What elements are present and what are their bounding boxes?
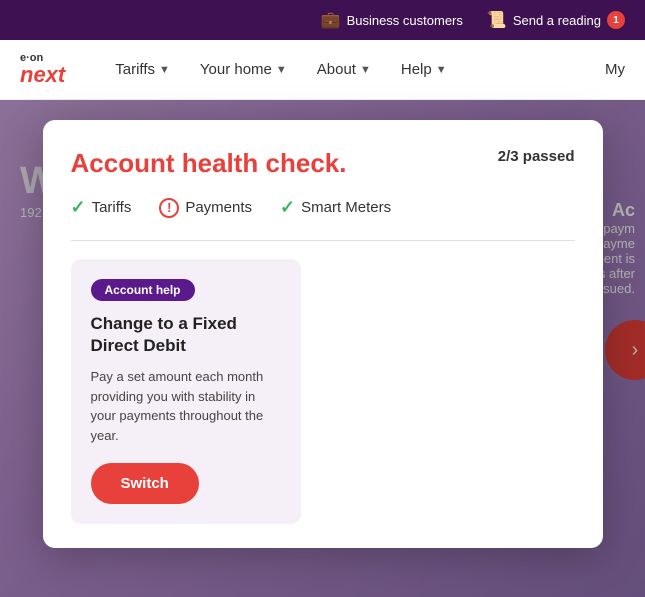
your-home-label: Your home — [200, 61, 272, 78]
tariffs-chevron-icon: ▼ — [159, 64, 170, 76]
payments-warn-icon: ! — [159, 198, 179, 218]
nav-your-home[interactable]: Your home ▼ — [200, 61, 287, 78]
send-reading-label: Send a reading — [513, 13, 601, 28]
meter-icon: 📜 — [487, 10, 507, 30]
card-badge: Account help — [91, 279, 195, 301]
smart-meters-pass-icon: ✓ — [280, 197, 295, 218]
nav-tariffs[interactable]: Tariffs ▼ — [115, 61, 170, 78]
your-home-chevron-icon: ▼ — [276, 64, 287, 76]
nav-help[interactable]: Help ▼ — [401, 61, 447, 78]
top-bar: 💼 Business customers 📜 Send a reading 1 — [0, 0, 645, 40]
logo-next-text: next — [20, 64, 65, 86]
card-title: Change to a Fixed Direct Debit — [91, 313, 281, 357]
tariffs-pass-icon: ✓ — [71, 197, 86, 218]
check-smart-meters: ✓ Smart Meters — [280, 197, 391, 218]
modal-overlay: Account health check. 2/3 passed ✓ Tarif… — [0, 100, 645, 597]
business-customers-label: Business customers — [347, 13, 463, 28]
notification-badge: 1 — [607, 11, 625, 29]
health-check-modal: Account health check. 2/3 passed ✓ Tarif… — [43, 120, 603, 548]
check-payments: ! Payments — [159, 198, 252, 218]
tariffs-check-label: Tariffs — [92, 199, 132, 216]
nav-my[interactable]: My — [605, 61, 625, 78]
modal-passed-count: 2/3 passed — [498, 148, 575, 165]
tariffs-label: Tariffs — [115, 61, 155, 78]
help-chevron-icon: ▼ — [436, 64, 447, 76]
eon-next-logo[interactable]: e·on next — [20, 53, 65, 86]
switch-button[interactable]: Switch — [91, 463, 199, 504]
briefcase-icon: 💼 — [321, 10, 341, 30]
smart-meters-check-label: Smart Meters — [301, 199, 391, 216]
modal-title: Account health check. — [71, 148, 347, 179]
nav-bar: e·on next Tariffs ▼ Your home ▼ About ▼ … — [0, 40, 645, 100]
check-items-row: ✓ Tariffs ! Payments ✓ Smart Meters — [71, 197, 575, 218]
account-help-card: Account help Change to a Fixed Direct De… — [71, 259, 301, 524]
send-reading-link[interactable]: 📜 Send a reading 1 — [487, 10, 625, 30]
about-chevron-icon: ▼ — [360, 64, 371, 76]
help-label: Help — [401, 61, 432, 78]
payments-check-label: Payments — [185, 199, 252, 216]
my-label: My — [605, 61, 625, 78]
modal-divider — [71, 240, 575, 241]
about-label: About — [317, 61, 356, 78]
nav-about[interactable]: About ▼ — [317, 61, 371, 78]
main-background: We 192 G Ac t paym payme ment is s after… — [0, 100, 645, 597]
check-tariffs: ✓ Tariffs — [71, 197, 132, 218]
modal-header: Account health check. 2/3 passed — [71, 148, 575, 179]
business-customers-link[interactable]: 💼 Business customers — [321, 10, 463, 30]
card-description: Pay a set amount each month providing yo… — [91, 367, 281, 445]
